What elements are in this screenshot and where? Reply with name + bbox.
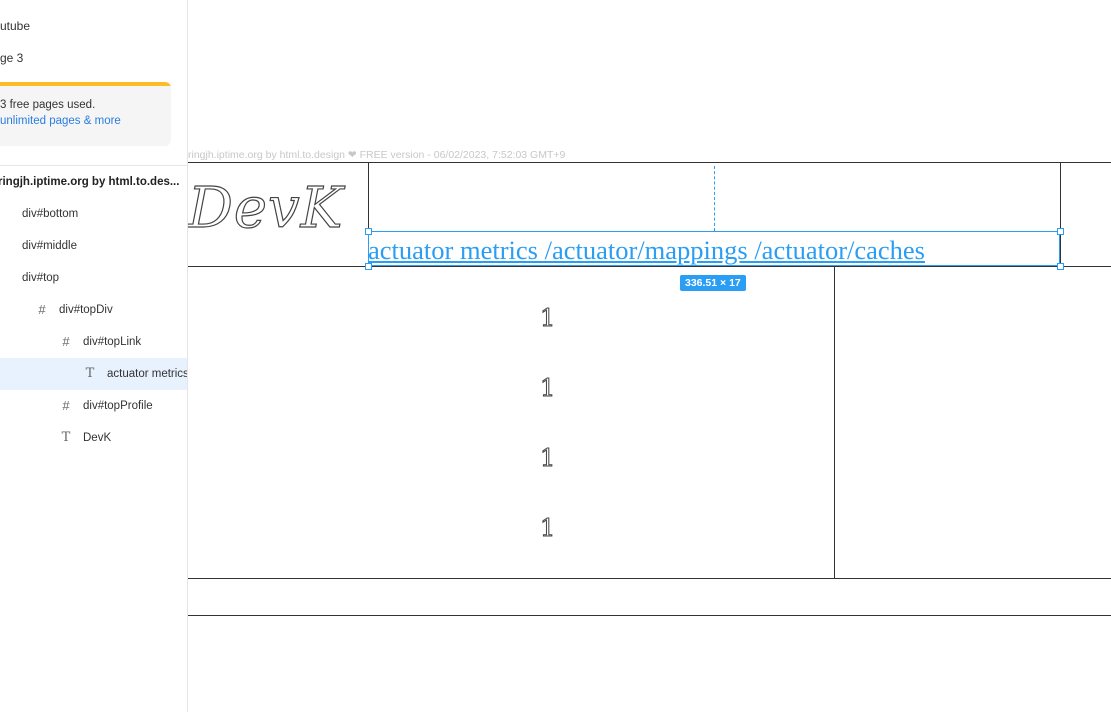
size-badge: 336.51 × 17 (680, 275, 746, 291)
placeholder-glyph[interactable]: 1 (539, 304, 555, 333)
layer-row[interactable]: # div#topProfile (0, 390, 187, 422)
layer-label: div#topLink (83, 336, 142, 348)
layer-row[interactable]: ringjh.iptime.org by html.to.des... (0, 166, 187, 198)
upgrade-link[interactable]: unlimited pages & more (0, 115, 121, 127)
middle-column-divider (834, 266, 835, 579)
layer-row[interactable]: div#middle (0, 230, 187, 262)
resize-handle-bottom-left[interactable] (365, 263, 372, 270)
design-canvas[interactable]: ringjh.iptime.org by html.to.design ❤ FR… (188, 0, 1111, 712)
layer-label: div#topProfile (83, 400, 153, 412)
middle-bottom-border (188, 578, 1111, 579)
layer-label: div#topDiv (59, 304, 113, 316)
bottom-border (188, 615, 1111, 616)
free-pages-text: 3 free pages used. (0, 99, 96, 111)
layer-label: DevK (83, 432, 112, 444)
frame-icon: # (38, 302, 46, 317)
layer-row[interactable]: # div#topLink (0, 326, 187, 358)
layer-label: div#top (22, 272, 60, 284)
frame-label[interactable]: ringjh.iptime.org by html.to.design ❤ FR… (188, 149, 565, 161)
layer-label: div#bottom (22, 208, 79, 220)
upgrade-card: 3 free pages used. unlimited pages & mor… (0, 82, 171, 146)
layers-sidebar: utube ge 3 3 free pages used. unlimited … (0, 0, 188, 712)
layer-row[interactable]: # div#topDiv (0, 294, 187, 326)
frame-top-border (188, 162, 1111, 163)
frame-icon: # (62, 398, 70, 413)
resize-handle-top-left[interactable] (365, 228, 372, 235)
resize-handle-top-right[interactable] (1057, 228, 1064, 235)
usage-progress-bar (0, 82, 171, 86)
layer-label: actuator metrics... (107, 368, 188, 380)
layer-label: ringjh.iptime.org by html.to.des... (0, 176, 180, 188)
layer-row[interactable]: Tactuator metrics... (0, 358, 187, 390)
text-icon: T (85, 366, 95, 381)
placeholder-glyph[interactable]: 1 (539, 374, 555, 403)
placeholder-glyph[interactable]: 1 (539, 514, 555, 543)
layer-row[interactable]: T DevK (0, 422, 187, 454)
layer-label: div#middle (22, 240, 77, 252)
frame-icon: # (62, 334, 70, 349)
layer-row[interactable]: div#top (0, 262, 187, 294)
devk-logo-text[interactable]: DevK (188, 175, 344, 241)
measure-guide (714, 166, 715, 231)
text-icon: T (61, 430, 71, 445)
selection-box[interactable] (368, 231, 1060, 266)
top-link-right-border (1060, 162, 1061, 267)
page-item-youtube[interactable]: utube (0, 10, 30, 42)
placeholder-glyph[interactable]: 1 (539, 444, 555, 473)
page-item-page-3[interactable]: ge 3 (0, 42, 23, 74)
layer-row[interactable]: div#bottom (0, 198, 187, 230)
resize-handle-bottom-right[interactable] (1057, 263, 1064, 270)
top-div-bottom-border (188, 266, 1111, 267)
